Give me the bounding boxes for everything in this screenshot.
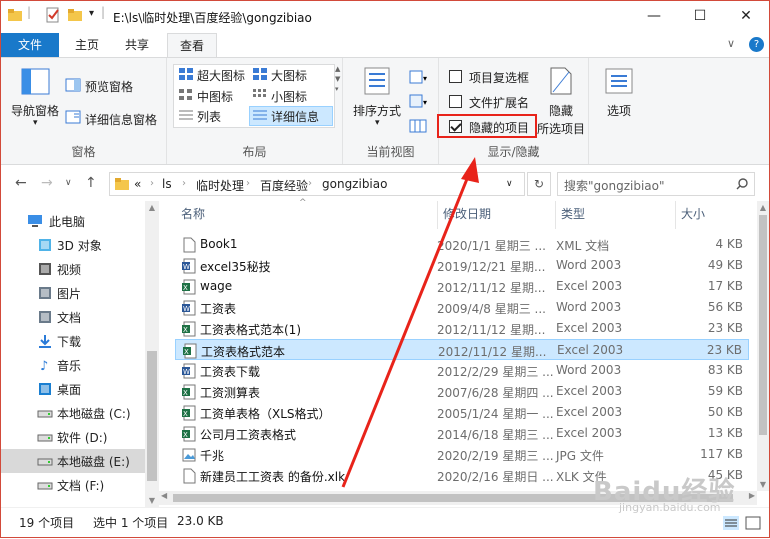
annotation-arrow — [341, 157, 479, 488]
watermark-url: jingyan.baidu.com — [619, 501, 721, 514]
details-view-toggle-icon[interactable] — [723, 516, 739, 530]
selected-count: 选中 1 个项目 — [93, 516, 169, 530]
large-icons-toggle-icon[interactable] — [745, 516, 761, 530]
explorer-window: | ▾ | E:\ls\临时处理\百度经验\gongzibiao — ☐ ✕ 文… — [0, 0, 770, 538]
item-count: 19 个项目 — [19, 516, 75, 530]
selected-size: 23.0 KB — [177, 514, 224, 528]
